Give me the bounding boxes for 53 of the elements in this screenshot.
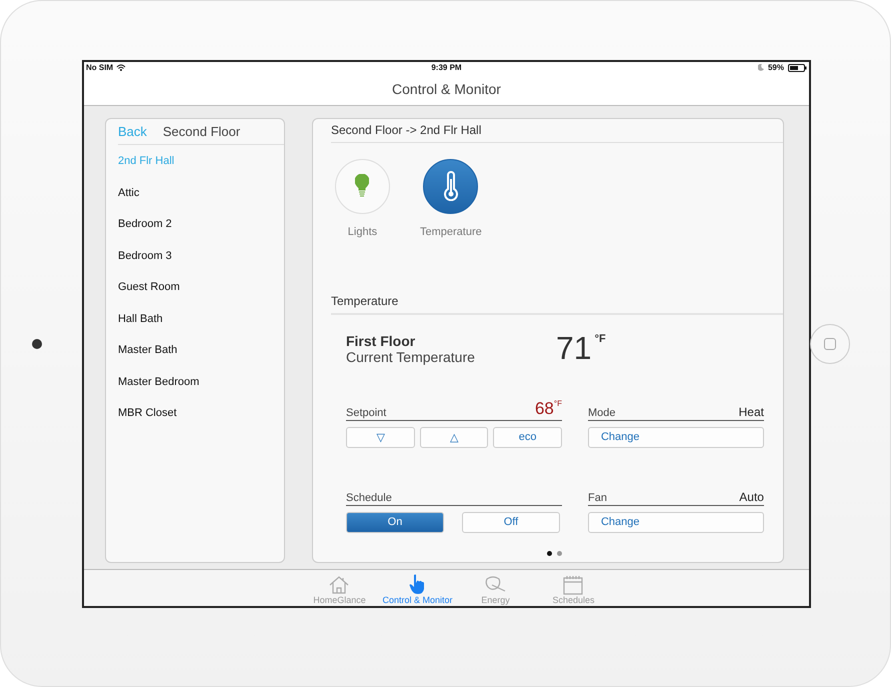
setpoint-button[interactable]: △ <box>420 426 488 448</box>
section-title: Temperature <box>330 288 783 314</box>
pointing-hand-icon <box>408 572 426 594</box>
leaf-icon <box>483 574 508 594</box>
control-value: Auto <box>739 490 764 504</box>
page-dot[interactable] <box>556 550 562 556</box>
zone-name: First Floor <box>346 332 416 348</box>
setpoint-button[interactable]: eco <box>493 426 562 448</box>
change-button[interactable]: Change <box>588 512 764 532</box>
tab-bar-item[interactable]: Control & Monitor <box>383 570 452 606</box>
room-item[interactable]: Master Bath <box>106 334 284 366</box>
camera-dot <box>32 338 42 348</box>
page-dot[interactable] <box>546 550 552 556</box>
room-item[interactable]: MBR Closet <box>106 398 284 429</box>
setpoint-value: 68 <box>534 398 554 418</box>
device-label: Lights <box>348 226 378 238</box>
room-item[interactable]: Bedroom 3 <box>106 240 284 272</box>
schedule-toggle[interactable]: On <box>346 512 444 532</box>
room-item[interactable]: Bedroom 2 <box>106 208 284 240</box>
house-icon <box>328 574 350 594</box>
room-item[interactable]: Attic <box>106 177 284 208</box>
battery-icon <box>788 64 807 72</box>
clock-text: 9:39 PM <box>431 63 462 72</box>
control-label: Schedule <box>346 492 392 504</box>
nav-title: Control & Monitor <box>392 81 501 97</box>
change-button[interactable]: Change <box>588 426 764 448</box>
schedule-toggle[interactable]: Off <box>462 512 560 532</box>
moon-icon <box>758 64 764 71</box>
control-value: Heat <box>738 404 764 418</box>
temperature-unit: °F <box>594 332 606 344</box>
tab-bar-item[interactable]: HomeGlance <box>305 570 374 606</box>
tab-bar-item[interactable]: Schedules <box>539 570 608 606</box>
breadcrumb: Second Floor -> 2nd Flr Hall <box>330 118 783 142</box>
room-item[interactable]: Guest Room <box>106 272 284 303</box>
control-label: Mode <box>588 406 616 418</box>
setpoint-button[interactable]: ▽ <box>346 426 415 448</box>
control-label: Fan <box>588 492 607 504</box>
current-label: Current Temperature <box>346 348 476 364</box>
room-item[interactable]: Hall Bath <box>106 303 284 334</box>
wifi-icon <box>116 64 126 71</box>
lightbulb-icon <box>355 174 370 198</box>
home-button[interactable] <box>810 324 850 364</box>
battery-percent: 59% <box>768 63 784 72</box>
tab-bar-item[interactable]: Energy <box>461 570 530 606</box>
panel-title: Second Floor <box>162 124 240 138</box>
thermometer-icon <box>444 171 458 201</box>
current-temperature: 71 <box>556 332 592 362</box>
device-label: Temperature <box>420 226 482 238</box>
setpoint-unit: °F <box>554 398 562 408</box>
room-item[interactable]: Master Bedroom <box>106 366 284 398</box>
carrier-text: No SIM <box>86 63 114 72</box>
calendar-icon <box>562 574 584 594</box>
control-label: Setpoint <box>346 406 386 418</box>
